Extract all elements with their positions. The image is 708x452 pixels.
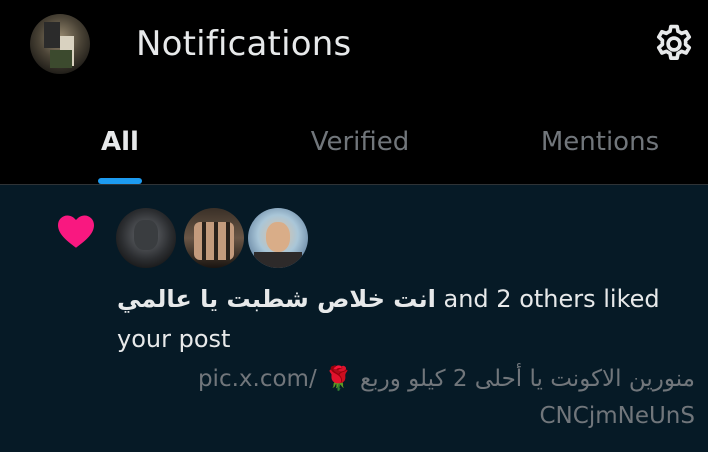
notification-item[interactable]: انت خلاص شطبت يا عالمي and 2 others like… [0, 185, 708, 452]
actor-name[interactable]: انت خلاص شطبت يا عالمي [117, 285, 436, 313]
tab-verified[interactable]: Verified [240, 104, 480, 184]
tab-label: Mentions [540, 127, 660, 157]
notification-text: انت خلاص شطبت يا عالمي and 2 others like… [117, 279, 695, 359]
notifications-screen: Notifications All Verified Mentions انت … [0, 0, 708, 452]
tab-mentions[interactable]: Mentions [480, 104, 708, 184]
profile-avatar[interactable] [30, 14, 90, 74]
post-preview-line: CNCjmNeUnS [539, 403, 696, 429]
page-title: Notifications [136, 24, 352, 64]
notification-tabs: All Verified Mentions [0, 104, 708, 184]
post-preview-line: منورين الاكونت يا أحلى 2 كيلو وربع 🌹 /pi… [197, 366, 695, 392]
settings-button[interactable] [652, 22, 696, 66]
heart-icon [58, 215, 94, 248]
tab-label: All [101, 127, 139, 157]
gear-icon [656, 24, 692, 60]
tab-label: Verified [310, 127, 410, 157]
top-header: Notifications [0, 0, 708, 92]
post-preview: منورين الاكونت يا أحلى 2 كيلو وربع 🌹 /pi… [117, 361, 695, 435]
liker-avatar[interactable] [184, 208, 244, 268]
liker-avatar[interactable] [248, 208, 308, 268]
tab-all[interactable]: All [0, 104, 240, 184]
liker-avatar[interactable] [116, 208, 176, 268]
